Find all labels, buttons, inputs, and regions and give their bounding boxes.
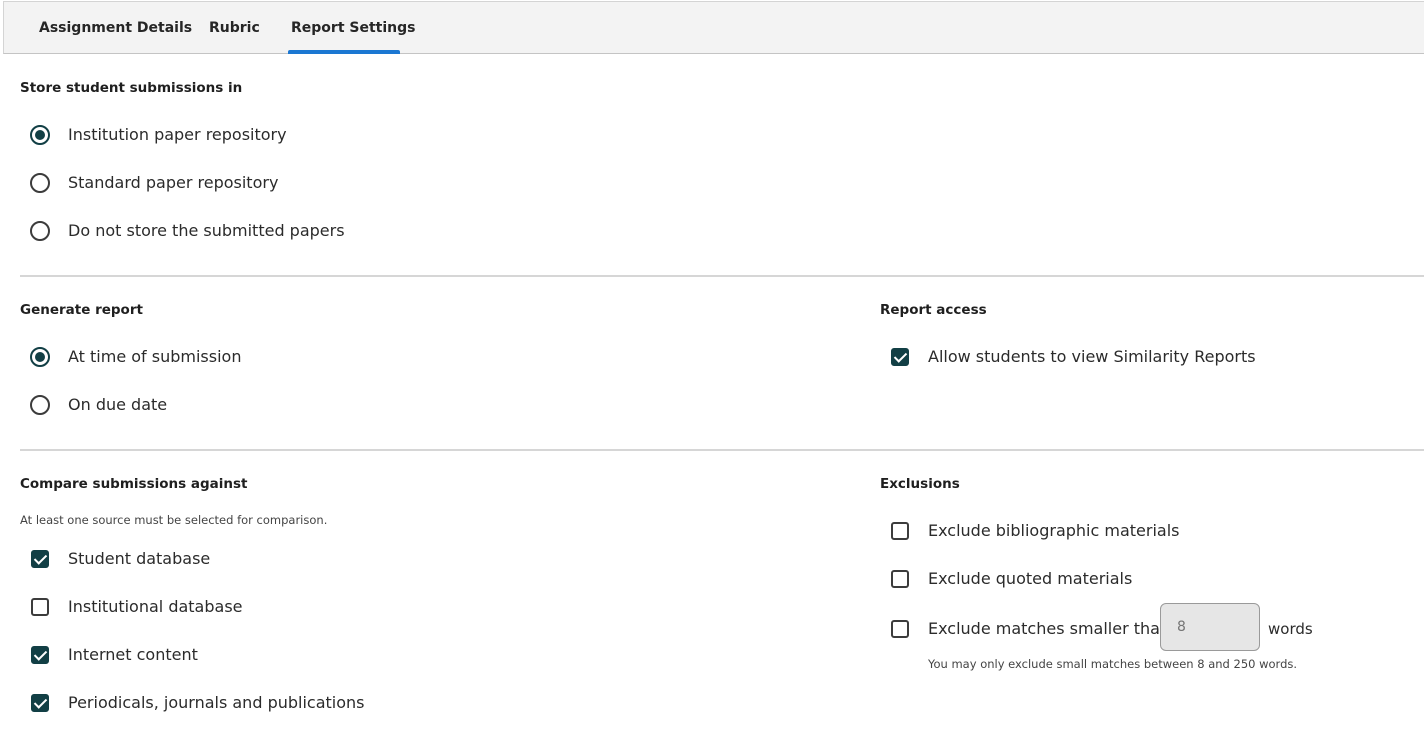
checkbox[interactable] — [891, 620, 909, 638]
option-label: Exclude quoted materials — [928, 569, 1133, 588]
checkbox[interactable] — [31, 646, 49, 664]
radio-button[interactable] — [30, 125, 50, 145]
active-tab-indicator — [288, 50, 400, 54]
option-label: At time of submission — [68, 347, 242, 366]
radio-button[interactable] — [30, 173, 50, 193]
storage-heading: Store student submissions in — [20, 80, 243, 96]
checkbox[interactable] — [891, 570, 909, 588]
option-label: Internet content — [68, 645, 198, 664]
checkbox[interactable] — [31, 550, 49, 568]
compare-heading: Compare submissions against — [20, 476, 248, 492]
tab-assignment-details[interactable]: Assignment Details — [39, 2, 192, 54]
checkbox[interactable] — [891, 522, 909, 540]
tab-rubric[interactable]: Rubric — [209, 2, 260, 54]
option-label: Exclude matches smaller than — [928, 619, 1171, 638]
checkbox[interactable] — [31, 598, 49, 616]
radio-button[interactable] — [30, 221, 50, 241]
radio-button[interactable] — [30, 347, 50, 367]
min-words-input[interactable] — [1160, 603, 1260, 651]
option-label: Do not store the submitted papers — [68, 221, 345, 240]
radio-button[interactable] — [30, 395, 50, 415]
report-access-heading: Report access — [880, 302, 987, 318]
compare-hint: At least one source must be selected for… — [20, 513, 328, 527]
checkbox[interactable] — [891, 348, 909, 366]
section-divider — [20, 449, 1424, 451]
exclusions-hint: You may only exclude small matches betwe… — [928, 657, 1298, 671]
section-divider — [20, 275, 1424, 277]
checkbox[interactable] — [31, 694, 49, 712]
option-label: Standard paper repository — [68, 173, 279, 192]
generate-report-heading: Generate report — [20, 302, 143, 318]
option-label: Institution paper repository — [68, 125, 287, 144]
option-label: Student database — [68, 549, 211, 568]
tab-bar: Assignment Details Rubric Report Setting… — [3, 1, 1424, 54]
tab-report-settings[interactable]: Report Settings — [291, 2, 415, 54]
option-label: Exclude bibliographic materials — [928, 521, 1180, 540]
option-label: Allow students to view Similarity Report… — [928, 347, 1256, 366]
exclusions-heading: Exclusions — [880, 476, 960, 492]
option-label: Periodicals, journals and publications — [68, 693, 365, 712]
words-label: words — [1268, 620, 1313, 638]
option-label: Institutional database — [68, 597, 243, 616]
option-label: On due date — [68, 395, 168, 414]
